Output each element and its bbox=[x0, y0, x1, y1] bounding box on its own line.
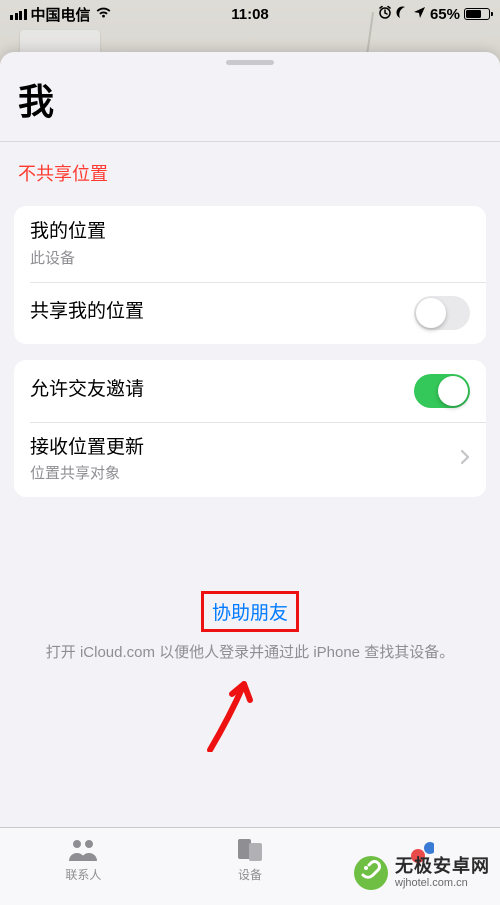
friends-card: 允许交友邀请 接收位置更新 位置共享对象 bbox=[14, 360, 486, 498]
help-friend-desc: 打开 iCloud.com 以便他人登录并通过此 iPhone 查找其设备。 bbox=[0, 632, 500, 665]
me-sheet: 我 不共享位置 我的位置 此设备 共享我的位置 允许交友邀请 接收位置更新 bbox=[0, 52, 500, 905]
receive-updates-row[interactable]: 接收位置更新 位置共享对象 bbox=[14, 422, 486, 498]
watermark-logo-icon bbox=[353, 855, 389, 891]
share-my-location-row: 共享我的位置 bbox=[14, 282, 486, 344]
receive-updates-sub: 位置共享对象 bbox=[30, 462, 452, 483]
receive-updates-title: 接收位置更新 bbox=[30, 436, 452, 461]
watermark-cn: 无极安卓网 bbox=[395, 857, 490, 877]
devices-icon bbox=[236, 836, 264, 864]
tab-devices-label: 设备 bbox=[238, 866, 262, 883]
status-time: 11:08 bbox=[231, 6, 269, 23]
tab-contacts-label: 联系人 bbox=[65, 866, 101, 883]
dnd-icon bbox=[396, 6, 409, 23]
help-friend-link[interactable]: 协助朋友 bbox=[212, 603, 288, 624]
friend-requests-toggle[interactable] bbox=[414, 374, 470, 408]
friend-requests-title: 允许交友邀请 bbox=[30, 378, 414, 403]
carrier-label: 中国电信 bbox=[31, 4, 91, 25]
share-my-location-toggle[interactable] bbox=[414, 296, 470, 330]
help-friend-highlight: 协助朋友 bbox=[201, 591, 299, 632]
contacts-icon bbox=[66, 836, 100, 864]
battery-icon bbox=[464, 8, 490, 20]
wifi-icon bbox=[95, 6, 112, 22]
share-my-location-title: 共享我的位置 bbox=[30, 300, 414, 325]
my-location-title: 我的位置 bbox=[30, 220, 470, 245]
location-card: 我的位置 此设备 共享我的位置 bbox=[14, 206, 486, 344]
sheet-grabber[interactable] bbox=[226, 60, 274, 65]
my-location-row[interactable]: 我的位置 此设备 bbox=[14, 206, 486, 282]
location-icon bbox=[413, 6, 426, 23]
friend-requests-row: 允许交友邀请 bbox=[14, 360, 486, 422]
watermark-en: wjhotel.com.cn bbox=[395, 877, 490, 889]
battery-pct: 65% bbox=[430, 6, 460, 23]
alarm-icon bbox=[378, 5, 392, 23]
watermark: 无极安卓网 wjhotel.com.cn bbox=[353, 855, 490, 891]
tab-contacts[interactable]: 联系人 bbox=[0, 836, 167, 883]
page-title: 我 bbox=[0, 69, 500, 141]
status-bar: 中国电信 11:08 65% bbox=[0, 0, 500, 28]
signal-icon bbox=[10, 9, 27, 20]
tab-devices[interactable]: 设备 bbox=[167, 836, 334, 883]
my-location-sub: 此设备 bbox=[30, 247, 470, 268]
chevron-right-icon bbox=[452, 448, 470, 471]
not-sharing-location-link[interactable]: 不共享位置 bbox=[0, 142, 500, 202]
